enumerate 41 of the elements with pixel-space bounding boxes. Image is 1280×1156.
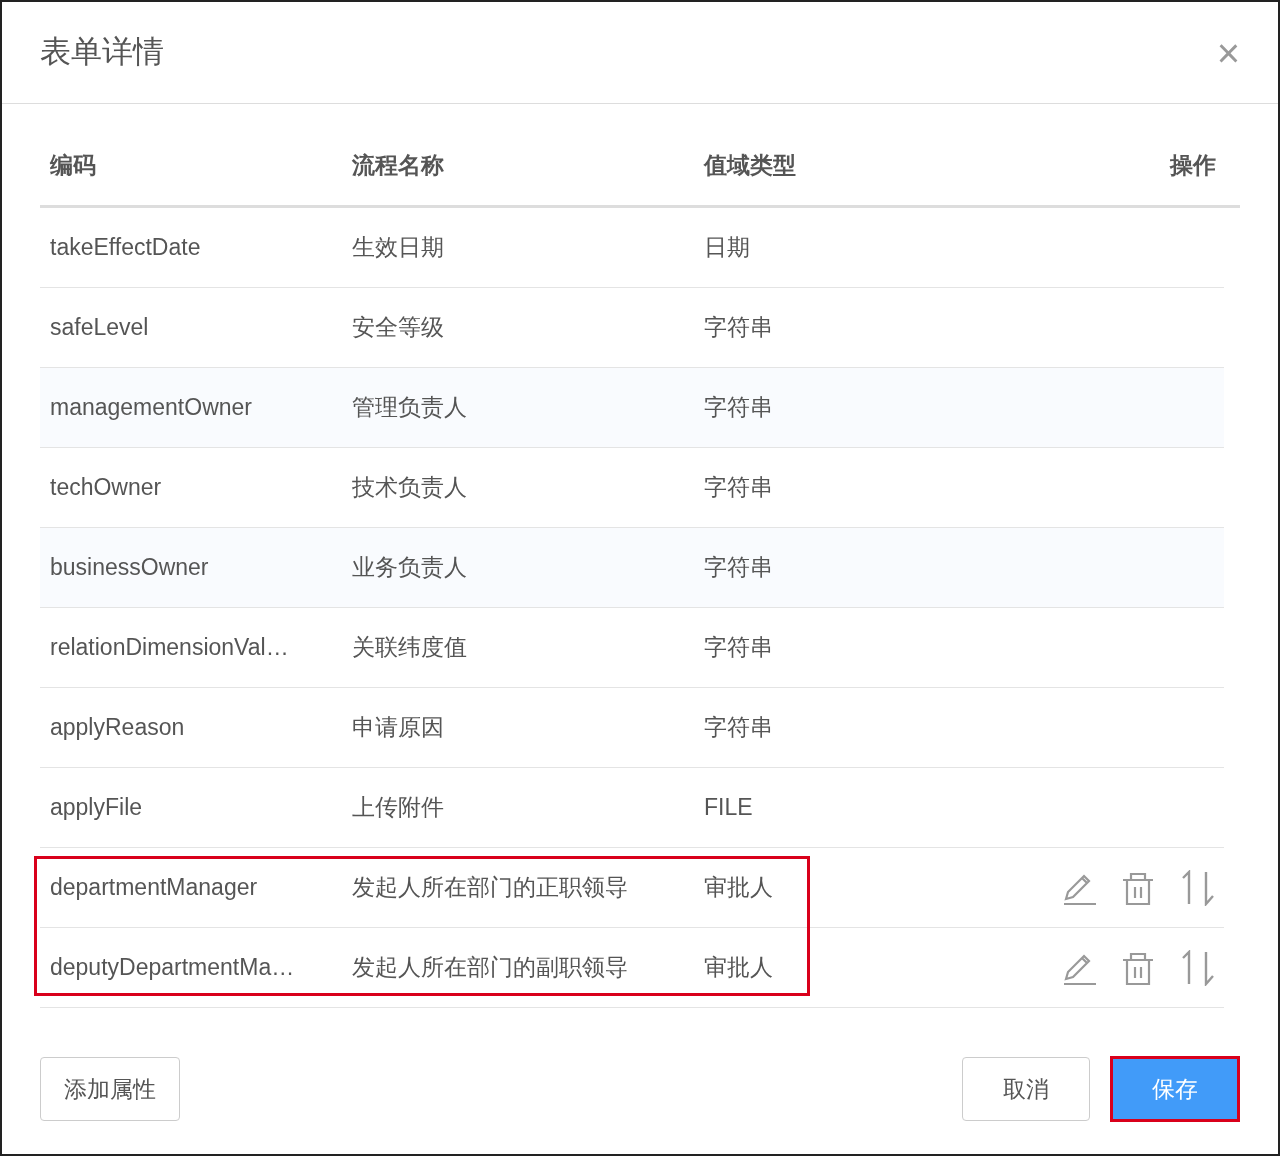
table-cell-text: 发起人所在部门的副职领导 [352, 953, 629, 983]
table-cell-text: 审批人 [704, 873, 774, 903]
table-cell-text: 字符串 [704, 313, 774, 343]
column-header: 操作 [1168, 151, 1217, 181]
table-cell-text: 字符串 [704, 553, 774, 583]
table-cell-text: 日期 [704, 233, 751, 263]
table-cell-text: takeEffectDate [49, 233, 202, 263]
table-cell-text: 关联纬度值 [352, 633, 468, 663]
cancel-button[interactable]: 取消 [962, 1057, 1090, 1121]
table-cell-text: 字符串 [704, 633, 774, 663]
sort-icon[interactable] [1180, 949, 1216, 986]
column-header: 值域类型 [704, 151, 797, 181]
table-cell-text: 发起人所在部门的正职领导 [352, 873, 629, 903]
column-header: 流程名称 [352, 151, 445, 181]
table-cell-text: 审批人 [704, 953, 774, 983]
delete-icon[interactable] [1122, 950, 1154, 985]
table-cell-text: 字符串 [704, 473, 774, 503]
table-cell-text: businessOwner [49, 553, 210, 583]
dialog-title: 表单详情 [40, 33, 164, 72]
table-cell-text: relationDimensionVal… [49, 633, 290, 663]
table-cell-text: 管理负责人 [352, 393, 468, 423]
table-cell-text: techOwner [49, 473, 163, 503]
add-attribute-button[interactable]: 添加属性 [40, 1057, 180, 1121]
table-cell-text: 技术负责人 [352, 473, 468, 503]
column-header: 编码 [49, 151, 97, 181]
table-cell-text: FILE [704, 793, 754, 823]
table-cell-text: 生效日期 [352, 233, 445, 263]
sort-icon[interactable] [1180, 869, 1216, 906]
table-cell-text: 字符串 [704, 393, 774, 423]
table-cell-text: 安全等级 [352, 313, 445, 343]
table-cell-text: deputyDepartmentMa… [49, 953, 296, 983]
table-cell-text: 字符串 [704, 713, 774, 743]
table-cell-text: departmentManager [49, 873, 259, 903]
table-cell-text: 业务负责人 [352, 553, 468, 583]
table-cell-text: 申请原因 [352, 713, 445, 743]
table-cell-text: managementOwner [49, 393, 253, 423]
table-cell-text: safeLevel [49, 313, 150, 343]
delete-icon[interactable] [1122, 870, 1154, 905]
table-cell-text: applyReason [49, 713, 186, 743]
table-cell-text: 上传附件 [352, 793, 445, 823]
table-cell-text: applyFile [49, 793, 144, 823]
